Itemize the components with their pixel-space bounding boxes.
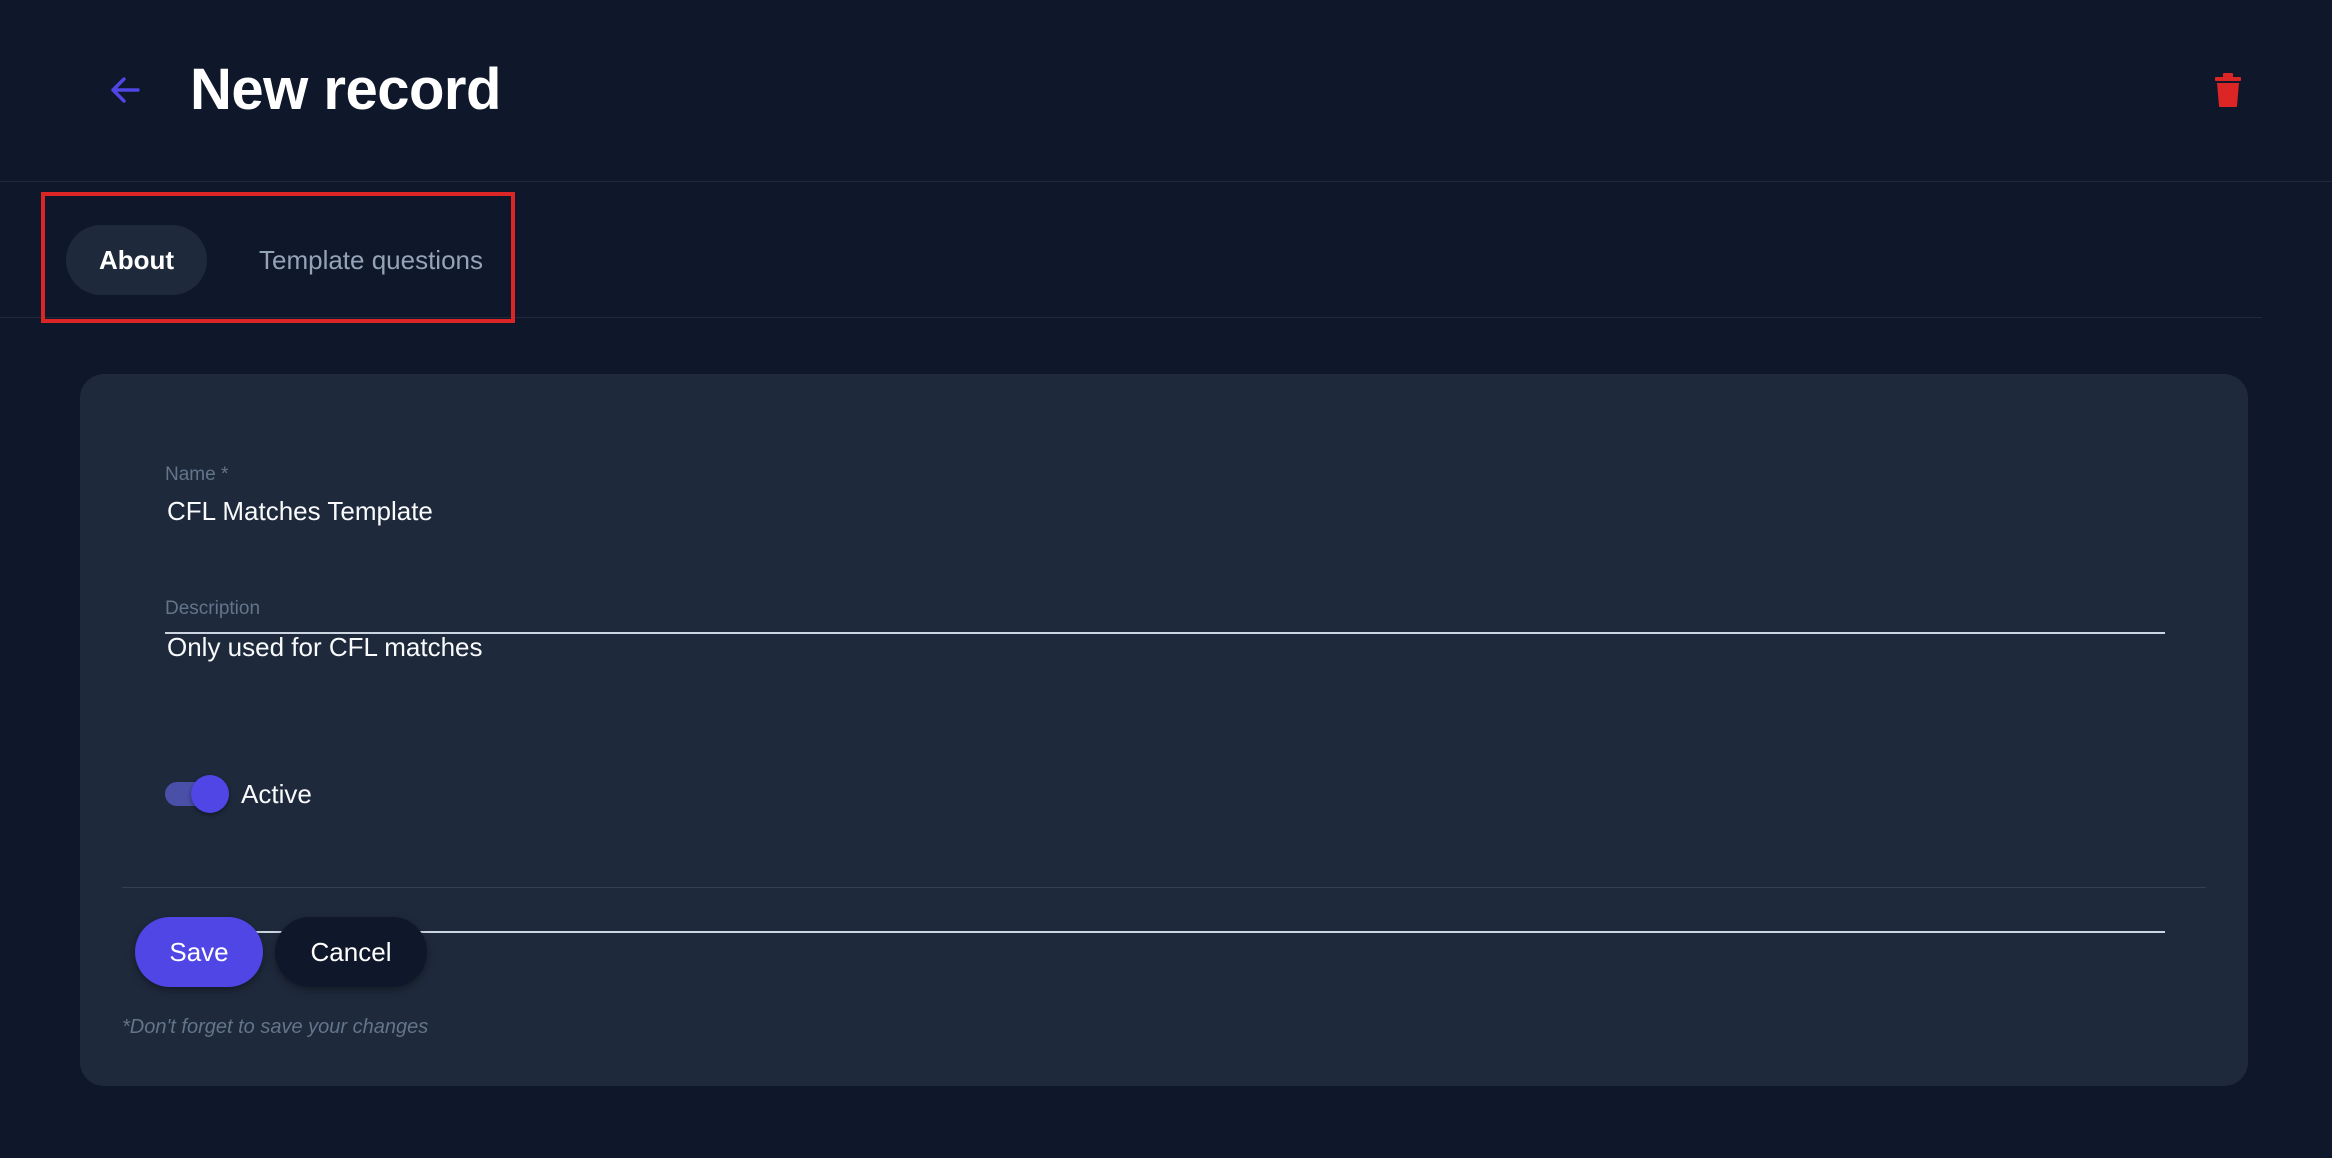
trash-icon	[2215, 73, 2241, 107]
toggle-track[interactable]	[165, 775, 229, 813]
save-button[interactable]: Save	[135, 917, 263, 987]
arrow-left-icon	[111, 77, 140, 103]
name-field-label: Name *	[165, 464, 229, 485]
back-button[interactable]	[100, 70, 150, 110]
tab-bar: About Template questions	[0, 182, 2262, 323]
form-card: Name * CFL Matches Template Description …	[80, 374, 2248, 1086]
description-field[interactable]: Description Only used for CFL matches	[165, 598, 2165, 933]
description-field-underline	[165, 931, 2165, 933]
card-divider	[122, 887, 2206, 888]
name-field[interactable]: Name * CFL Matches Template	[165, 464, 2165, 634]
delete-button[interactable]	[2208, 68, 2248, 112]
save-reminder-hint: *Don't forget to save your changes	[122, 1016, 429, 1038]
tab-template-questions[interactable]: Template questions	[226, 225, 516, 295]
active-toggle[interactable]: Active	[165, 774, 312, 814]
active-toggle-label: Active	[241, 778, 312, 809]
page-header: New record	[0, 0, 2332, 182]
cancel-button[interactable]: Cancel	[275, 917, 427, 987]
toggle-thumb[interactable]	[191, 775, 229, 813]
description-field-label: Description	[165, 598, 261, 619]
name-field-value[interactable]: CFL Matches Template	[165, 496, 2165, 527]
tab-about[interactable]: About	[66, 225, 207, 295]
page-title: New record	[190, 57, 501, 122]
description-field-value[interactable]: Only used for CFL matches	[165, 632, 2165, 663]
